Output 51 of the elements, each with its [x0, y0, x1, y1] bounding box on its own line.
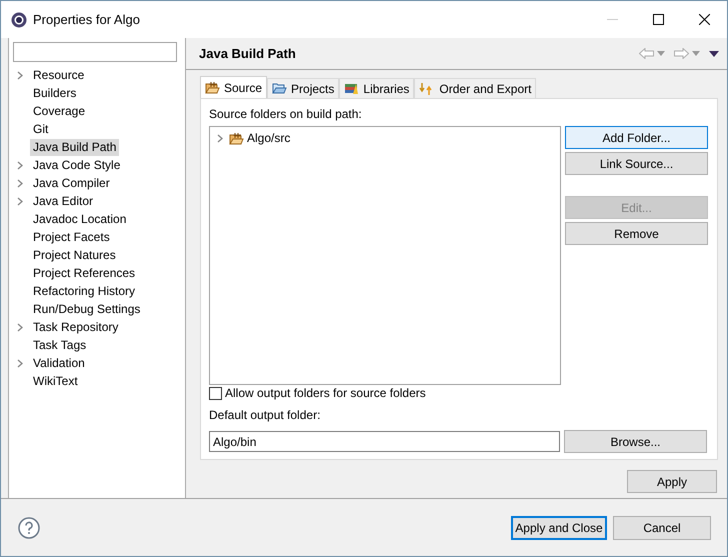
sidebar-item[interactable]: Task Tags	[30, 336, 90, 354]
sidebar-item[interactable]: Javadoc Location	[30, 210, 130, 228]
page-title: Java Build Path	[199, 44, 296, 63]
books-icon	[344, 82, 360, 95]
source-folder-icon	[229, 132, 244, 144]
field-label: Default output folder:	[209, 407, 322, 424]
dropdown-icon[interactable]	[657, 51, 665, 56]
checkbox[interactable]	[209, 386, 222, 400]
sidebar-item[interactable]: Builders	[30, 84, 80, 102]
source-folder-icon	[205, 81, 220, 94]
section-label: Source folders on build path:	[209, 106, 363, 123]
back-icon[interactable]	[639, 48, 654, 59]
dialog-button[interactable]: Cancel	[613, 516, 711, 540]
sidebar-item[interactable]: Task Repository	[30, 318, 122, 336]
sidebar-item[interactable]: WikiText	[30, 372, 81, 390]
tree-item[interactable]: Algo/src	[247, 129, 290, 147]
tab[interactable]: Libraries	[339, 78, 414, 98]
browse-button[interactable]: Browse...	[564, 430, 707, 453]
tab[interactable]: Order and Export	[414, 78, 536, 98]
sidebar-item[interactable]: Refactoring History	[30, 282, 138, 300]
tab[interactable]: Projects	[267, 78, 340, 98]
sidebar-item[interactable]: Run/Debug Settings	[30, 300, 144, 318]
sidebar-item[interactable]: Java Build Path	[30, 138, 120, 156]
action-button[interactable]: Link Source...	[565, 152, 708, 175]
folder-icon	[272, 82, 288, 95]
sidebar-item[interactable]: Git	[30, 120, 52, 138]
action-button[interactable]: Add Folder...	[565, 126, 708, 149]
forward-icon[interactable]	[674, 48, 689, 59]
tab[interactable]: Source	[200, 76, 268, 98]
apply-button[interactable]: Apply	[627, 470, 717, 493]
dialog-button[interactable]: Apply and Close	[511, 516, 607, 540]
sidebar-item[interactable]: Java Editor	[30, 192, 96, 210]
sidebar-item[interactable]: Validation	[30, 354, 88, 372]
help-icon[interactable]	[18, 516, 40, 538]
app-icon	[11, 12, 27, 28]
sidebar-item[interactable]: Project References	[30, 264, 138, 282]
sidebar-item[interactable]: Project Facets	[30, 228, 113, 246]
checkbox-label: Allow output folders for source folders	[225, 385, 426, 402]
menu-icon[interactable]	[709, 50, 719, 56]
output-folder-field[interactable]: Algo/bin	[209, 431, 560, 452]
maximize-icon[interactable]	[652, 14, 664, 25]
dropdown-icon[interactable]	[692, 51, 700, 56]
sidebar-item[interactable]: Project Natures	[30, 246, 119, 264]
filter-field[interactable]	[13, 42, 177, 62]
close-icon[interactable]	[698, 14, 710, 25]
sidebar-item[interactable]: Resource	[30, 66, 88, 84]
action-button[interactable]: Remove	[565, 222, 708, 245]
sidebar-item[interactable]: Java Compiler	[30, 174, 113, 192]
sidebar-item[interactable]: Coverage	[30, 102, 88, 120]
window-title: Properties for Algo	[33, 10, 140, 29]
sidebar-item[interactable]: Java Code Style	[30, 156, 124, 174]
